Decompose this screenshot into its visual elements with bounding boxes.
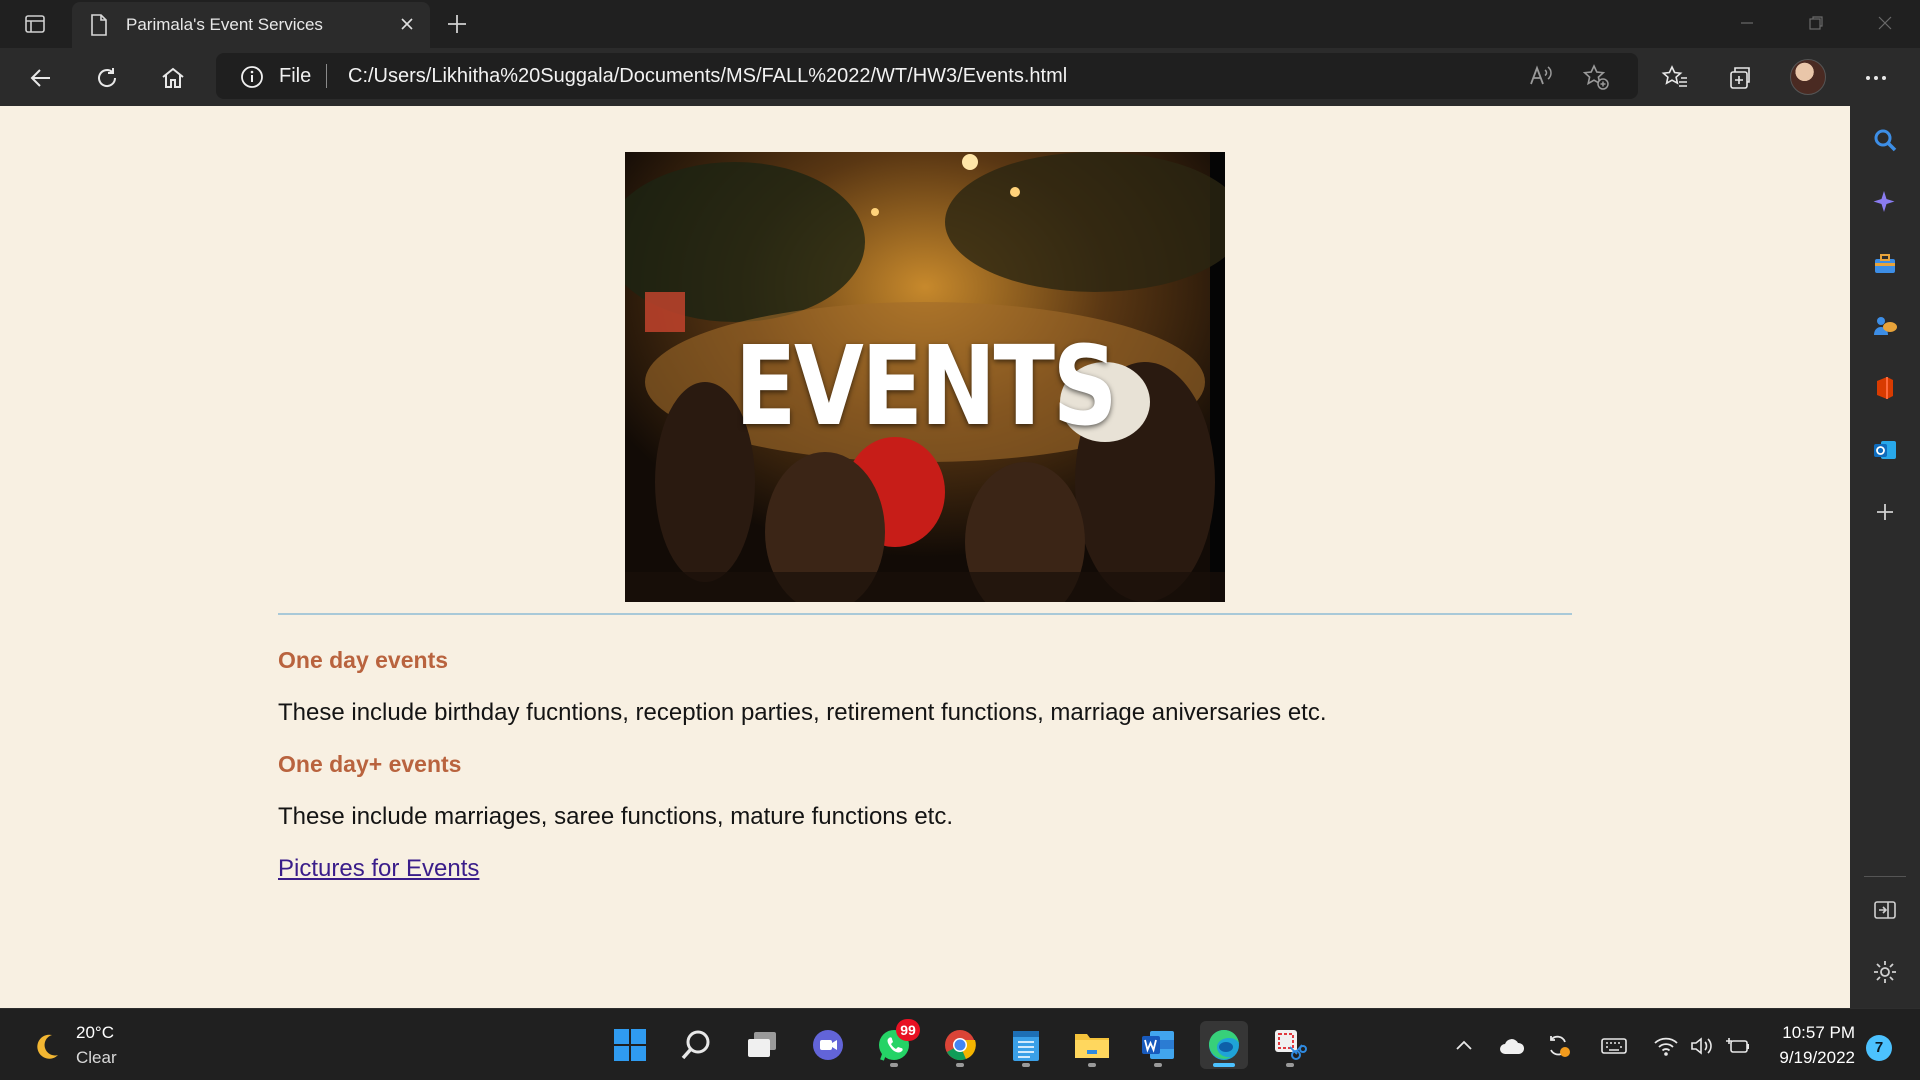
site-info-icon[interactable] [240, 65, 264, 94]
events-banner-image: EVENTS [625, 152, 1225, 602]
close-window-icon[interactable] [1860, 8, 1910, 38]
chat-icon[interactable] [804, 1021, 852, 1069]
tools-icon[interactable] [1869, 248, 1901, 280]
address-separator [326, 64, 327, 88]
page-icon [90, 14, 108, 41]
paragraph-one-day-plus-events: These include marriages, saree functions… [278, 803, 953, 830]
favorites-icon[interactable] [1659, 62, 1691, 94]
web-page: EVENTS One day events These include birt… [0, 106, 1850, 1008]
chrome-icon[interactable] [936, 1021, 984, 1069]
snipping-tool-icon[interactable] [1266, 1021, 1314, 1069]
taskbar-search-icon[interactable] [672, 1021, 720, 1069]
copilot-icon[interactable] [1869, 186, 1901, 218]
whatsapp-badge: 99 [896, 1019, 920, 1041]
browser-tab[interactable]: Parimala's Event Services [72, 2, 430, 48]
refresh-icon[interactable] [90, 61, 124, 95]
read-aloud-icon[interactable] [1528, 63, 1554, 94]
clock-time[interactable]: 10:57 PM [1775, 1023, 1855, 1043]
keyboard-icon[interactable] [1600, 1033, 1628, 1059]
minimize-icon[interactable] [1722, 8, 1772, 38]
profile-avatar[interactable] [1790, 59, 1826, 95]
outlook-icon[interactable] [1869, 434, 1901, 466]
url-text[interactable]: C:/Users/Likhitha%20Suggala/Documents/MS… [348, 65, 1067, 88]
sync-icon[interactable] [1544, 1033, 1572, 1059]
tab-strip: Parimala's Event Services [0, 0, 1920, 48]
weather-condition[interactable]: Clear [76, 1048, 117, 1068]
heading-one-day-plus-events: One day+ events [278, 751, 462, 777]
settings-icon[interactable] [1869, 956, 1901, 988]
running-indicator [1154, 1063, 1162, 1067]
restore-icon[interactable] [1791, 8, 1841, 38]
heading-one-day-events: One day events [278, 647, 449, 673]
tab-actions-icon[interactable] [20, 10, 50, 38]
edge-sidebar [1850, 106, 1920, 1008]
show-hidden-icons-icon[interactable] [1450, 1033, 1478, 1059]
add-icon[interactable] [1869, 496, 1901, 528]
start-icon[interactable] [606, 1021, 654, 1069]
running-indicator [890, 1063, 898, 1067]
word-icon[interactable] [1134, 1021, 1182, 1069]
running-indicator [1022, 1063, 1030, 1067]
notepad-icon[interactable] [1002, 1021, 1050, 1069]
banner-title: EVENTS [734, 322, 1118, 450]
running-indicator [956, 1063, 964, 1067]
address-bar[interactable]: File C:/Users/Likhitha%20Suggala/Documen… [216, 53, 1638, 99]
horizontal-rule [278, 613, 1572, 615]
search-icon[interactable] [1869, 124, 1901, 156]
whatsapp-icon[interactable]: 99 [870, 1019, 920, 1069]
collections-icon[interactable] [1723, 62, 1755, 94]
task-view-icon[interactable] [738, 1021, 786, 1069]
taskbar: 20°C Clear 99 10:57 PM 9/19/2022 7 [0, 1008, 1920, 1080]
notification-count[interactable]: 7 [1866, 1035, 1892, 1061]
close-tab-icon[interactable] [398, 15, 416, 38]
paragraph-one-day-events: These include birthday fucntions, recept… [278, 699, 1327, 726]
battery-icon[interactable] [1724, 1033, 1752, 1059]
weather-temperature[interactable]: 20°C [76, 1023, 114, 1043]
wifi-icon[interactable] [1652, 1033, 1680, 1059]
split-screen-icon[interactable] [1869, 894, 1901, 926]
active-indicator [1213, 1063, 1235, 1067]
pictures-link[interactable]: Pictures for Events [278, 855, 479, 883]
games-icon[interactable] [1869, 310, 1901, 342]
more-options-icon[interactable] [1860, 62, 1892, 94]
file-explorer-icon[interactable] [1068, 1021, 1116, 1069]
moon-icon[interactable] [30, 1031, 62, 1068]
url-scheme: File [279, 65, 312, 87]
edge-icon[interactable] [1200, 1021, 1248, 1069]
home-icon[interactable] [156, 61, 190, 95]
new-tab-icon[interactable] [443, 10, 471, 38]
back-icon[interactable] [24, 61, 58, 95]
add-favorite-icon[interactable] [1582, 63, 1610, 96]
browser-toolbar: File C:/Users/Likhitha%20Suggala/Documen… [0, 48, 1920, 106]
running-indicator [1088, 1063, 1096, 1067]
clock-date[interactable]: 9/19/2022 [1765, 1048, 1855, 1068]
volume-icon[interactable] [1688, 1033, 1716, 1059]
onedrive-icon[interactable] [1498, 1033, 1526, 1059]
running-indicator [1286, 1063, 1294, 1067]
tab-title: Parimala's Event Services [126, 15, 323, 34]
sidebar-divider [1864, 876, 1906, 877]
office-icon[interactable] [1869, 372, 1901, 404]
